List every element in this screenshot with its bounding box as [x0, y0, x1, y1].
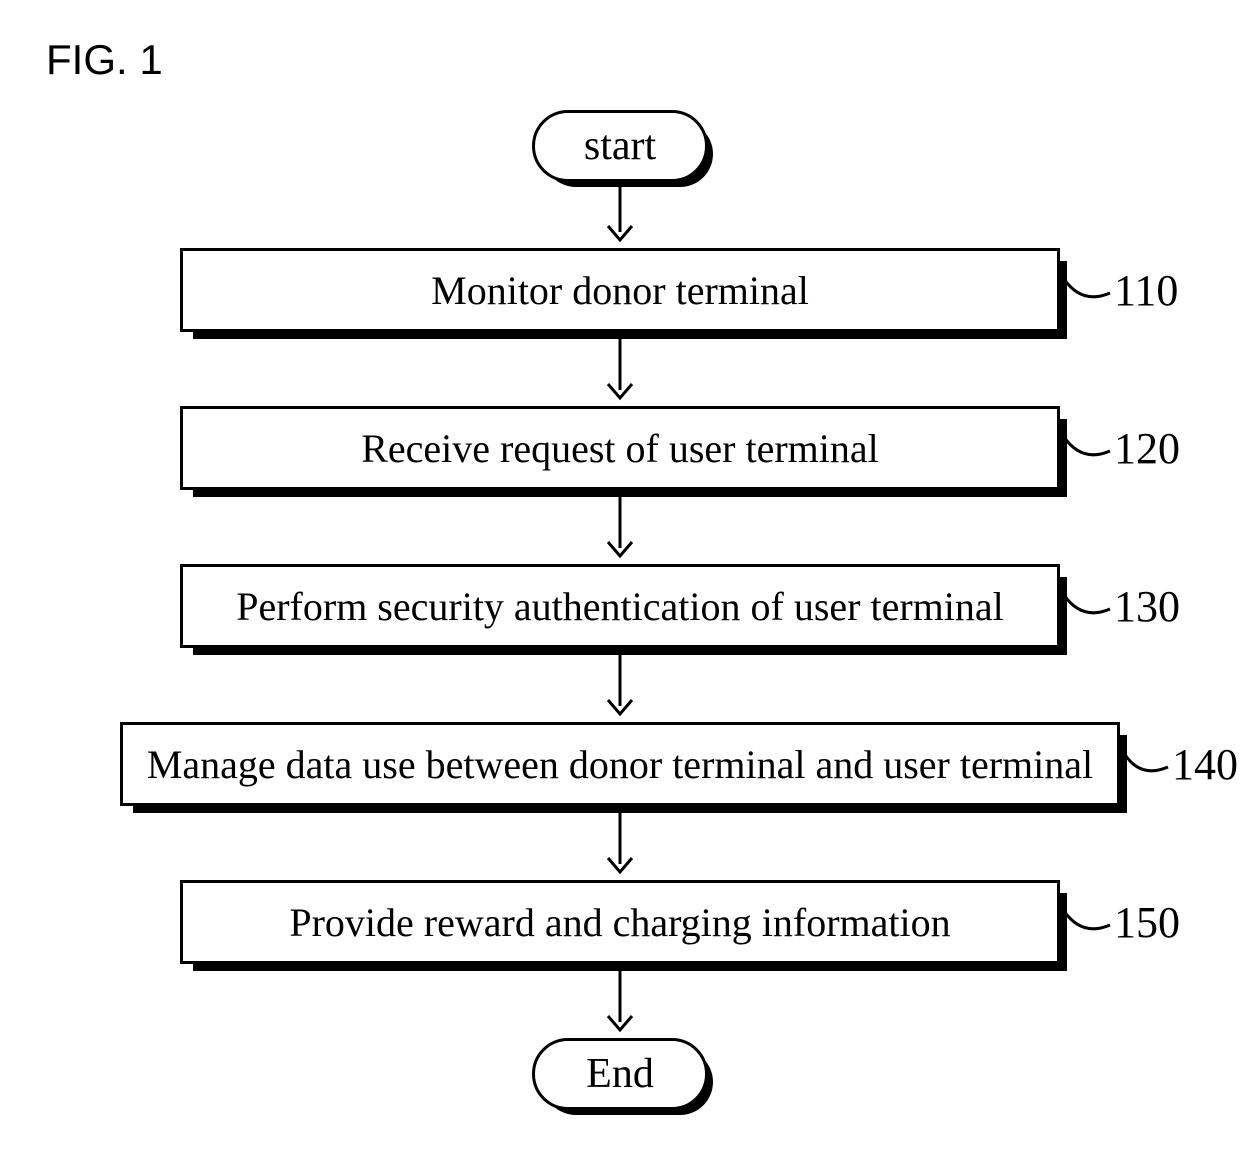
connector-curve-icon: [1120, 749, 1172, 779]
arrow-down-icon: [600, 806, 640, 880]
connector-curve-icon: [1060, 433, 1114, 463]
process-box: Provide reward and charging information: [180, 880, 1060, 964]
process-step: Provide reward and charging information …: [70, 880, 1170, 964]
process-step: Perform security authentication of user …: [70, 564, 1170, 648]
reference-number: 150: [1114, 897, 1180, 948]
process-step: Manage data use between donor terminal a…: [70, 722, 1170, 806]
reference-number: 110: [1114, 265, 1178, 316]
reference-connector: 110: [1060, 265, 1178, 316]
arrow-down-icon: [600, 964, 640, 1038]
flowchart: start Monitor donor terminal 110 Receive…: [70, 110, 1170, 1110]
terminator-end-wrap: End: [532, 1038, 708, 1110]
terminator-start-label: start: [584, 122, 656, 170]
figure-label: FIG. 1: [46, 36, 163, 84]
process-box: Monitor donor terminal: [180, 248, 1060, 332]
terminator-start: start: [532, 110, 708, 182]
connector-curve-icon: [1060, 907, 1114, 937]
reference-number: 120: [1114, 423, 1180, 474]
terminator-end-label: End: [586, 1050, 654, 1098]
reference-connector: 150: [1060, 897, 1180, 948]
terminator-start-wrap: start: [532, 110, 708, 182]
reference-number: 140: [1172, 739, 1238, 790]
arrow-down-icon: [600, 182, 640, 248]
reference-connector: 140: [1120, 739, 1238, 790]
arrow-down-icon: [600, 490, 640, 564]
process-step: Receive request of user terminal 120: [70, 406, 1170, 490]
terminator-end: End: [532, 1038, 708, 1110]
process-label: Manage data use between donor terminal a…: [147, 741, 1093, 788]
arrow-down-icon: [600, 332, 640, 406]
reference-number: 130: [1114, 581, 1180, 632]
connector-curve-icon: [1060, 591, 1114, 621]
process-label: Provide reward and charging information: [289, 899, 950, 946]
reference-connector: 130: [1060, 581, 1180, 632]
process-label: Perform security authentication of user …: [236, 583, 1004, 630]
reference-connector: 120: [1060, 423, 1180, 474]
arrow-down-icon: [600, 648, 640, 722]
process-label: Monitor donor terminal: [431, 267, 809, 314]
process-step: Monitor donor terminal 110: [70, 248, 1170, 332]
process-box: Receive request of user terminal: [180, 406, 1060, 490]
process-label: Receive request of user terminal: [361, 425, 879, 472]
process-box: Manage data use between donor terminal a…: [120, 722, 1120, 806]
connector-curve-icon: [1060, 275, 1114, 305]
process-box: Perform security authentication of user …: [180, 564, 1060, 648]
